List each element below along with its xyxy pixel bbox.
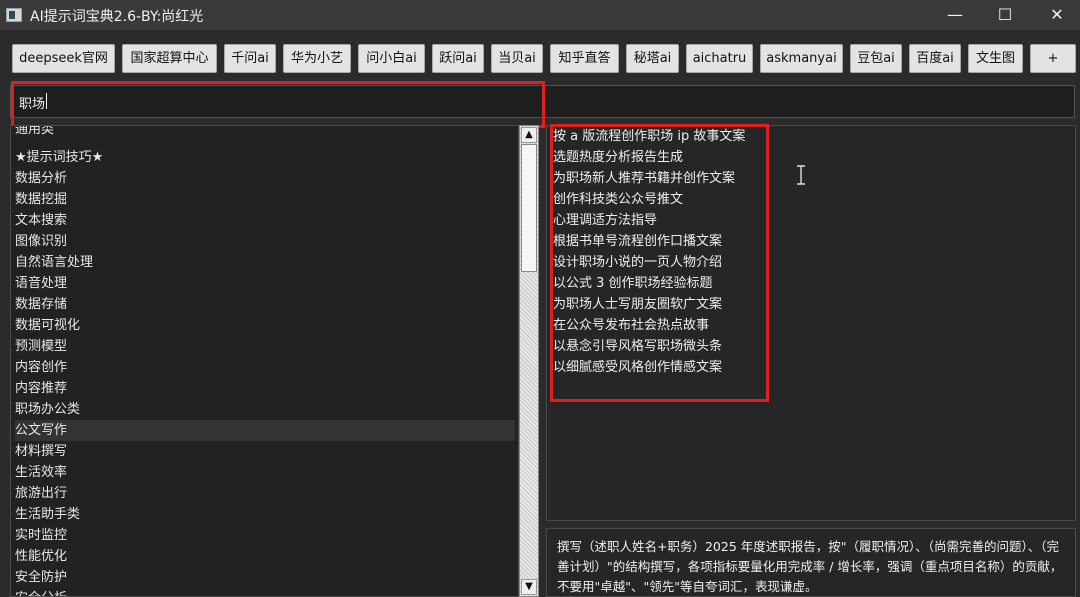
category-item[interactable]: 数据分析 xyxy=(15,168,515,189)
huawei-xiaoyi-button[interactable]: 华为小艺 xyxy=(283,44,351,73)
app-icon xyxy=(6,8,22,22)
category-list[interactable]: 通用类 ★提示词技巧★ 数据分析 数据挖掘 文本搜索 图像识别 自然语言处理 语… xyxy=(10,125,519,597)
category-item-selected[interactable]: 公文写作 xyxy=(15,420,515,441)
minimize-button[interactable]: — xyxy=(930,0,980,30)
mita-button[interactable]: 秘塔ai xyxy=(626,44,679,73)
zhihu-zhida-button[interactable]: 知乎直答 xyxy=(550,44,619,73)
prompt-highlight-box xyxy=(550,124,769,402)
deepseek-button[interactable]: deepseek官网 xyxy=(12,44,115,73)
title-bar: AI提示词宝典2.6-BY:尚红光 — ☐ ✕ xyxy=(0,0,1080,30)
category-item[interactable]: 图像识别 xyxy=(15,231,515,252)
national-supercomputing-button[interactable]: 国家超算中心 xyxy=(122,44,217,73)
wenxiaobai-button[interactable]: 问小白ai xyxy=(358,44,425,73)
category-item[interactable]: 自然语言处理 xyxy=(15,252,515,273)
category-item[interactable]: ★提示词技巧★ xyxy=(15,147,515,168)
category-item[interactable]: 预测模型 xyxy=(15,336,515,357)
category-scrollbar[interactable]: ▲ ▼ xyxy=(519,125,539,597)
qianwen-button[interactable]: 千问ai xyxy=(224,44,276,73)
category-item[interactable]: 数据挖掘 xyxy=(15,189,515,210)
category-item[interactable]: 安全分析 xyxy=(15,588,515,596)
add-link-button[interactable]: + xyxy=(1030,44,1076,73)
doubao-button[interactable]: 豆包ai xyxy=(850,44,902,73)
maximize-button[interactable]: ☐ xyxy=(980,0,1030,30)
category-item[interactable]: 材料撰写 xyxy=(15,441,515,462)
search-highlight-box xyxy=(11,81,545,128)
category-item[interactable]: 实时监控 xyxy=(15,525,515,546)
scrollbar-thumb[interactable] xyxy=(521,144,537,272)
prompt-detail-text: 撰写（述职人姓名+职务）2025 年度述职报告，按"（履职情况）、（尚需完善的问… xyxy=(557,539,1063,594)
aichatru-button[interactable]: aichatru xyxy=(686,44,753,73)
category-item[interactable]: 性能优化 xyxy=(15,546,515,567)
close-button[interactable]: ✕ xyxy=(1032,0,1080,30)
category-item[interactable]: 通用类 xyxy=(15,126,515,140)
category-item[interactable]: 数据存储 xyxy=(15,294,515,315)
yuewen-button[interactable]: 跃问ai xyxy=(432,44,484,73)
window-title: AI提示词宝典2.6-BY:尚红光 xyxy=(30,9,204,25)
category-item[interactable]: 职场办公类 xyxy=(15,399,515,420)
category-item[interactable]: 数据可视化 xyxy=(15,315,515,336)
category-item[interactable]: 生活助手类 xyxy=(15,504,515,525)
quick-link-toolbar: deepseek官网 国家超算中心 千问ai 华为小艺 问小白ai 跃问ai 当… xyxy=(0,38,1080,80)
category-item[interactable]: 文本搜索 xyxy=(15,210,515,231)
text-to-image-button[interactable]: 文生图 xyxy=(968,44,1023,73)
dangbei-button[interactable]: 当贝ai xyxy=(491,44,543,73)
prompt-detail-panel[interactable]: 撰写（述职人姓名+职务）2025 年度述职报告，按"（履职情况）、（尚需完善的问… xyxy=(546,528,1076,597)
category-item[interactable]: 旅游出行 xyxy=(15,483,515,504)
text-cursor-icon xyxy=(797,165,805,185)
scroll-up-arrow-icon[interactable]: ▲ xyxy=(521,127,537,143)
askmanyai-button[interactable]: askmanyai xyxy=(760,44,843,73)
baidu-button[interactable]: 百度ai xyxy=(909,44,961,73)
category-item[interactable]: 生活效率 xyxy=(15,462,515,483)
category-item[interactable]: 内容推荐 xyxy=(15,378,515,399)
category-item[interactable]: 安全防护 xyxy=(15,567,515,588)
scroll-down-arrow-icon[interactable]: ▼ xyxy=(521,579,537,595)
category-item[interactable]: 内容创作 xyxy=(15,357,515,378)
category-item[interactable]: 语音处理 xyxy=(15,273,515,294)
